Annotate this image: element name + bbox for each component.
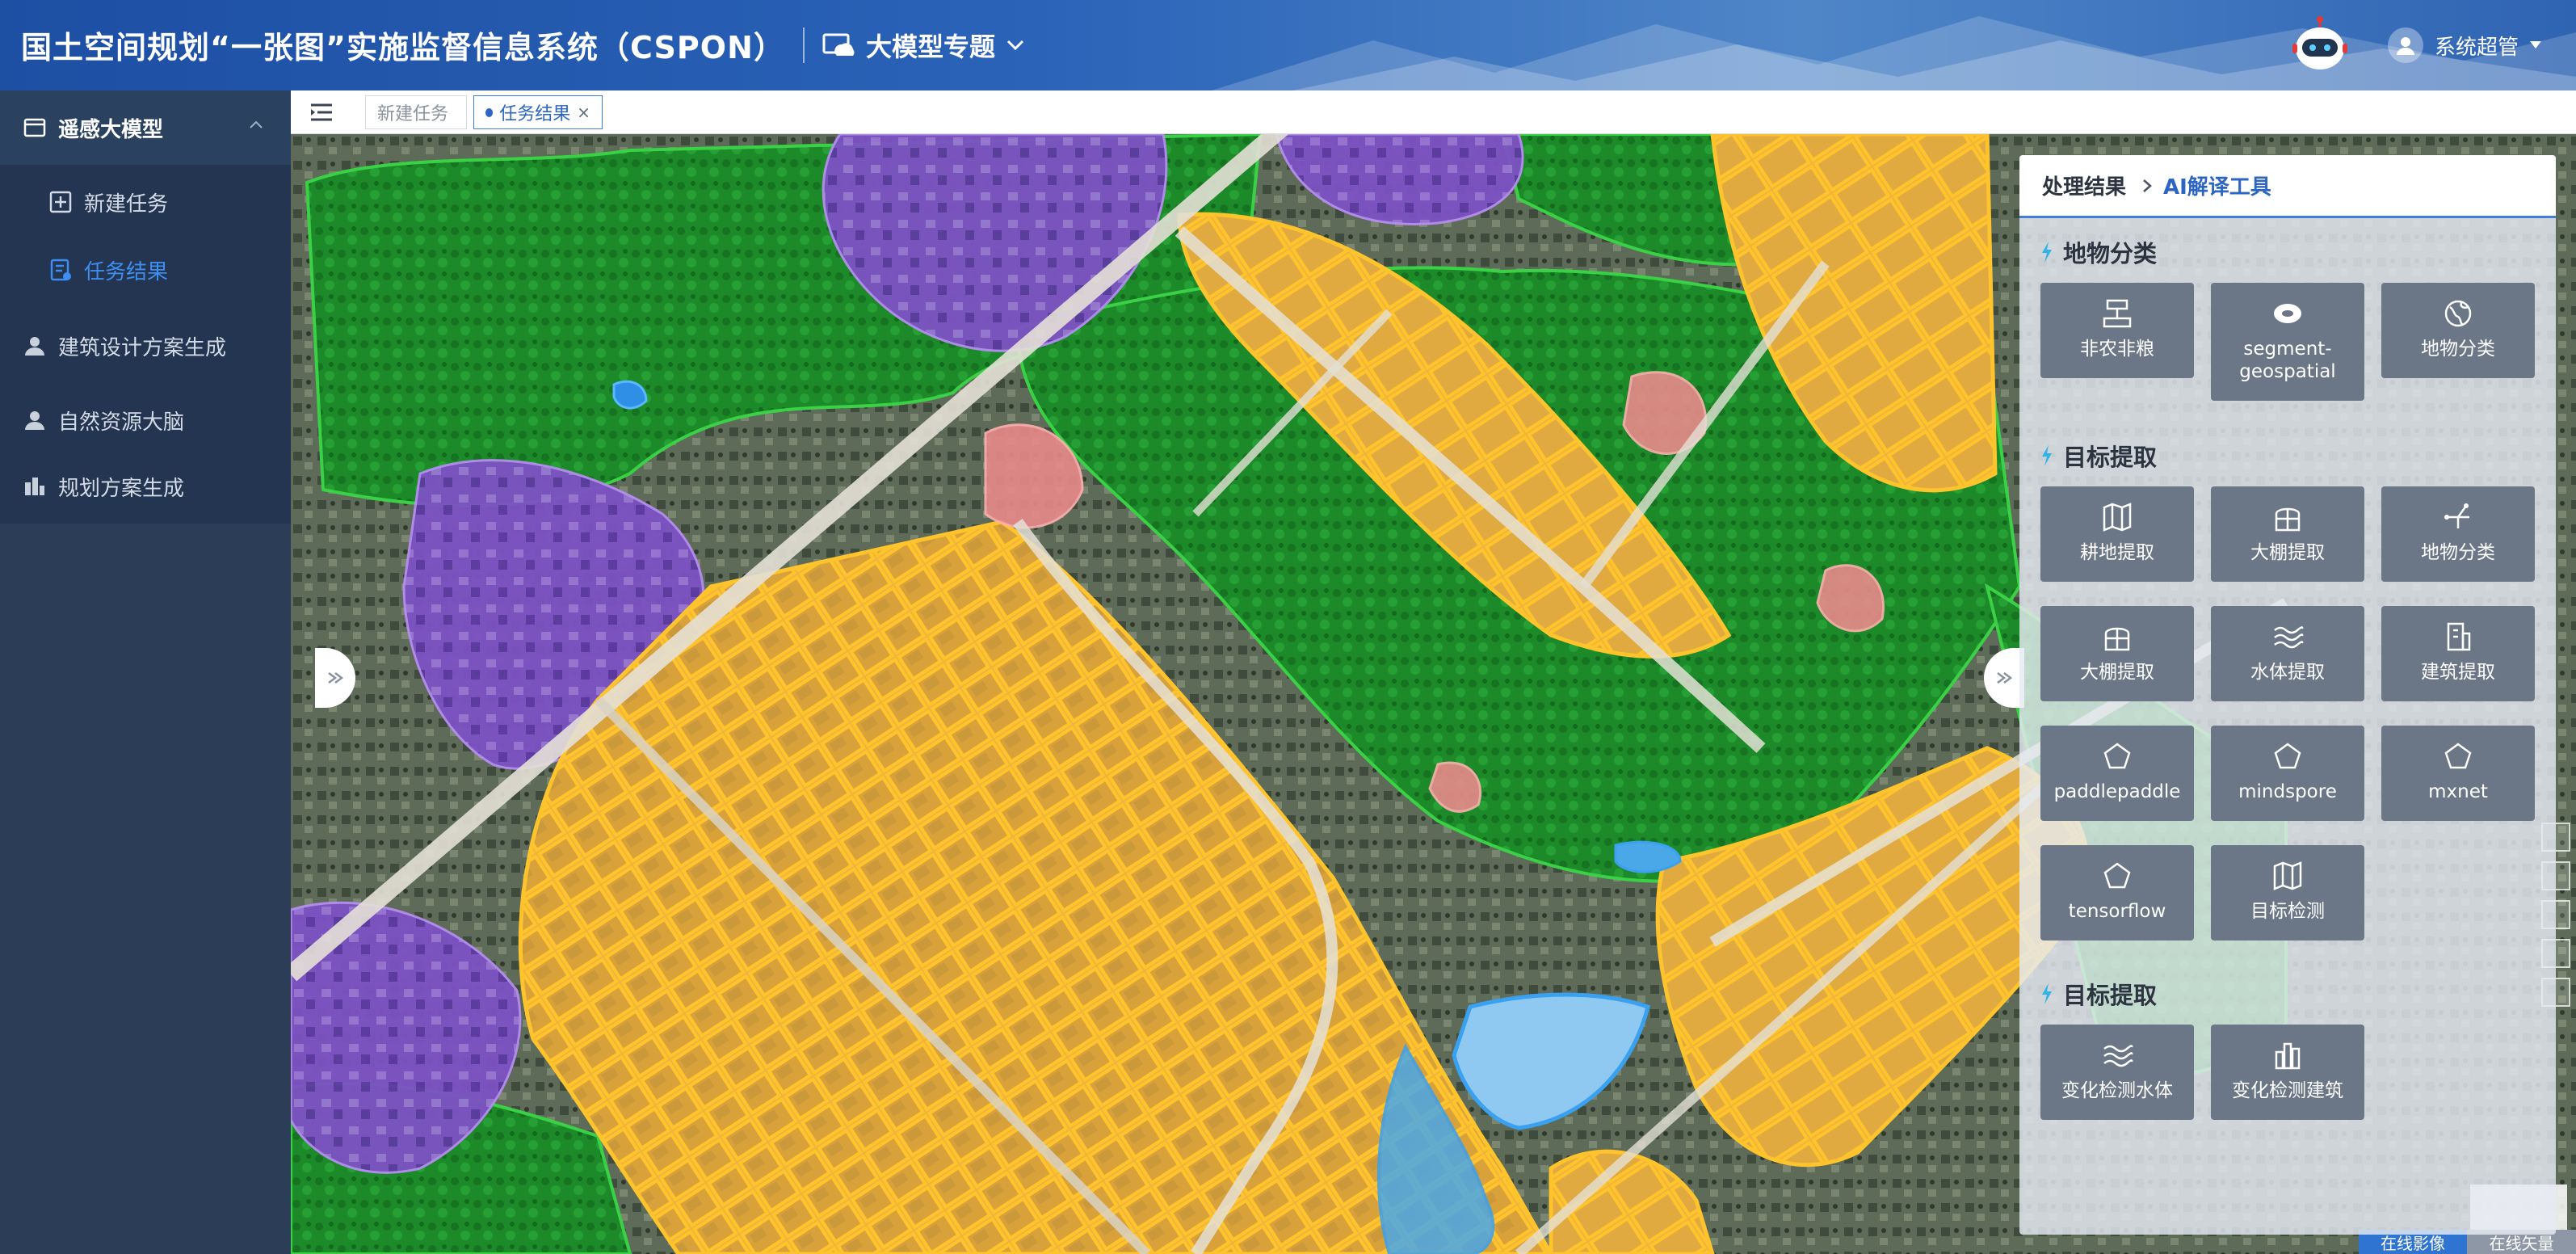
- tool-tile[interactable]: 地物分类: [2381, 283, 2535, 378]
- bolt-icon: [2042, 242, 2052, 263]
- sidebar-item-label: 建筑设计方案生成: [58, 335, 227, 360]
- tool-tile[interactable]: 变化检测水体: [2040, 1025, 2194, 1120]
- bolt-icon: [2042, 445, 2052, 466]
- section-title: 目标提取: [2040, 440, 2157, 472]
- menu-collapse-icon[interactable]: [309, 100, 334, 124]
- expand-arrow-icon: [328, 672, 344, 684]
- tool-tile[interactable]: segment-geospatial: [2211, 283, 2364, 401]
- pentagon-icon: [2274, 743, 2301, 769]
- sidebar: 遥感大模型 新建任务 任务结果 建筑设计方案生成 自然资源大脑 规划方案生成: [0, 90, 291, 1254]
- plus-square-icon: [48, 190, 73, 214]
- greenhouse-icon: [2275, 507, 2301, 532]
- tool-tile[interactable]: 建筑提取: [2381, 606, 2535, 701]
- breadcrumb-results[interactable]: 处理结果: [2042, 170, 2126, 200]
- user-name: 系统超管: [2435, 35, 2519, 60]
- tool-tile[interactable]: 地物分类: [2381, 486, 2535, 582]
- user-icon: [23, 334, 47, 358]
- cloud-screen-icon: [822, 33, 855, 56]
- breadcrumb-ai-tools: AI解译工具: [2163, 175, 2271, 200]
- topic-switcher[interactable]: 大模型专题: [822, 24, 1024, 66]
- robot-icon[interactable]: [2291, 16, 2349, 74]
- app-header: 国土空间规划“一张图”实施监督信息系统（CSPON） 大模型专题 系统超管: [0, 0, 2576, 90]
- tab-new-task[interactable]: 新建任务: [365, 95, 467, 129]
- water-wave-icon: [2103, 1045, 2133, 1067]
- ai-tool-panel: 处理结果 AI解译工具 地物分类 非农非粮 segment-geospatial…: [2019, 155, 2556, 1235]
- expand-arrow-icon: [1997, 672, 2013, 684]
- chevron-right-icon: [2143, 179, 2152, 192]
- greenhouse-icon: [2104, 627, 2130, 651]
- bolt-icon: [2042, 983, 2052, 1004]
- tool-tile[interactable]: mxnet: [2381, 726, 2535, 821]
- header-divider: [803, 27, 805, 63]
- section-title: 目标提取: [2040, 978, 2157, 1010]
- tool-tile[interactable]: mindspore: [2211, 726, 2364, 821]
- system-title: 国土空间规划“一张图”实施监督信息系统（CSPON）: [21, 30, 785, 65]
- tool-tile[interactable]: 非农非粮: [2040, 283, 2194, 378]
- user-icon: [23, 408, 47, 432]
- tool-tile[interactable]: 大棚提取: [2211, 486, 2364, 582]
- sidebar-item-new-task[interactable]: 新建任务: [0, 165, 291, 239]
- caret-down-icon: [2530, 41, 2542, 48]
- tool-tile[interactable]: paddlepaddle: [2040, 726, 2194, 821]
- sidebar-item-label: 遥感大模型: [58, 117, 164, 142]
- panel-breadcrumb: 处理结果 AI解译工具: [2019, 155, 2556, 218]
- close-icon[interactable]: ×: [577, 103, 590, 122]
- pentagon-icon: [2444, 743, 2472, 769]
- sidebar-item-task-results[interactable]: 任务结果: [0, 233, 291, 307]
- node-network-icon: [2444, 503, 2469, 528]
- sidebar-item-natural-resource-brain[interactable]: 自然资源大脑: [0, 383, 291, 457]
- tab-bar: 新建任务 任务结果 ×: [291, 90, 2576, 134]
- chevron-down-icon: [1006, 40, 1024, 51]
- building-chart-icon: [2275, 1042, 2301, 1070]
- sidebar-item-label: 规划方案生成: [58, 476, 185, 501]
- sidebar-item-remote-sensing-model[interactable]: 遥感大模型: [0, 90, 291, 165]
- sidebar-item-building-design[interactable]: 建筑设计方案生成: [0, 309, 291, 383]
- user-menu[interactable]: 系统超管: [2388, 26, 2542, 65]
- tool-tile[interactable]: tensorflow: [2040, 845, 2194, 940]
- water-wave-icon: [2274, 626, 2304, 649]
- tool-tile[interactable]: 耕地提取: [2040, 486, 2194, 582]
- building-icon: [2447, 622, 2471, 651]
- map-fold-icon: [2273, 861, 2302, 890]
- sidebar-item-label: 自然资源大脑: [58, 410, 185, 435]
- building-chart-icon: [23, 474, 47, 499]
- map-fold-icon: [2103, 503, 2132, 532]
- tab-label: 新建任务: [377, 104, 449, 124]
- globe-icon: [2444, 300, 2472, 327]
- result-list-icon: [48, 258, 73, 282]
- topic-label: 大模型专题: [866, 32, 996, 62]
- section-title: 地物分类: [2040, 236, 2157, 268]
- user-avatar-icon: [2388, 27, 2423, 63]
- tool-tile[interactable]: 水体提取: [2211, 606, 2364, 701]
- pentagon-icon: [2103, 862, 2131, 889]
- sidebar-item-planning-scheme[interactable]: 规划方案生成: [0, 449, 291, 524]
- field-icon: [2103, 299, 2132, 328]
- segment-icon: [2274, 304, 2301, 323]
- folder-icon: [23, 116, 47, 140]
- tab-label: 任务结果: [499, 104, 571, 124]
- tab-task-results[interactable]: 任务结果 ×: [473, 95, 603, 129]
- sidebar-item-label: 新建任务: [84, 191, 169, 217]
- sidebar-nav: 遥感大模型 新建任务 任务结果 建筑设计方案生成 自然资源大脑 规划方案生成: [0, 90, 291, 524]
- tool-tile[interactable]: 变化检测建筑: [2211, 1025, 2364, 1120]
- sidebar-item-label: 任务结果: [84, 259, 169, 284]
- chevron-up-icon: [250, 120, 263, 128]
- tool-tile[interactable]: 大棚提取: [2040, 606, 2194, 701]
- pentagon-icon: [2103, 743, 2131, 769]
- tool-tile[interactable]: 目标检测: [2211, 845, 2364, 940]
- active-dot-icon: [485, 107, 494, 117]
